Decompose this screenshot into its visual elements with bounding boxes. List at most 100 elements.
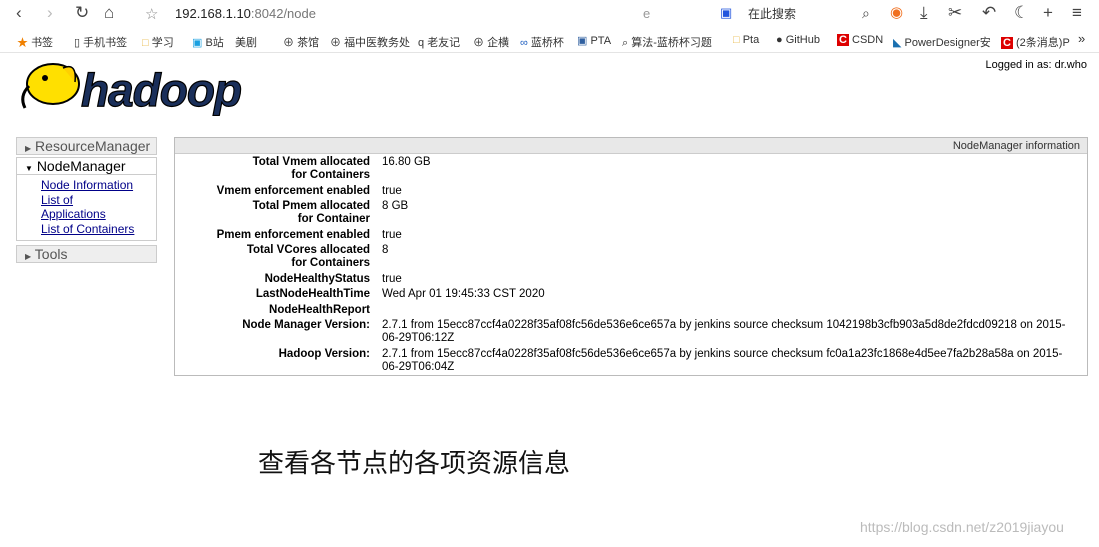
- bookmark[interactable]: ∞ 蓝桥杯: [520, 34, 564, 50]
- svg-text:hadoop: hadoop: [81, 64, 241, 116]
- bookmark-label: 算法-蓝桥杯习题: [631, 37, 712, 49]
- bookmark[interactable]: ⊕ 企横: [473, 34, 509, 50]
- home-icon[interactable]: ⌂: [104, 3, 114, 23]
- info-key-text: Total Vmem allocated for Containers: [252, 156, 370, 181]
- info-row: Total VCores allocated for Containers 8: [175, 243, 1087, 272]
- bookmark-label: 茶馆: [297, 37, 320, 49]
- info-key: Total Vmem allocated for Containers: [175, 155, 382, 184]
- bookmark[interactable]: ⊕ 茶馆: [283, 34, 319, 50]
- bookmark[interactable]: □ Pta: [733, 34, 759, 46]
- info-row: Total Pmem allocated for Container 8 GB: [175, 199, 1087, 228]
- sidebar-section-tools[interactable]: ▶ Tools: [16, 245, 157, 263]
- section-label: ResourceManager: [35, 138, 151, 154]
- menu-icon[interactable]: ≡: [1072, 3, 1082, 23]
- info-row: Vmem enforcement enabled true: [175, 184, 1087, 200]
- info-table: Total Vmem allocated for Containers 16.80…: [175, 155, 1087, 375]
- watermark: https://blog.csdn.net/z2019jiayou: [860, 519, 1064, 535]
- info-row: Total Vmem allocated for Containers 16.80…: [175, 155, 1087, 184]
- bookmark-label: B站: [205, 37, 224, 49]
- bookmark-label: 福中医教务处: [344, 37, 411, 49]
- undo-icon[interactable]: ↶: [982, 3, 996, 23]
- ie-mode-icon[interactable]: e: [643, 6, 650, 21]
- csdn-icon: C: [837, 34, 849, 46]
- forward-icon[interactable]: ›: [47, 3, 53, 23]
- star-icon[interactable]: ☆: [145, 5, 158, 23]
- new-tab-icon[interactable]: +: [1043, 3, 1053, 23]
- bookmark[interactable]: ⌕ 算法-蓝桥杯习题: [622, 34, 712, 50]
- more-bookmarks-icon[interactable]: »: [1078, 31, 1085, 46]
- bookmark[interactable]: q 老友记: [418, 34, 460, 50]
- info-value: 8: [382, 244, 389, 256]
- info-value: true: [382, 228, 402, 241]
- info-row: LastNodeHealthTime Wed Apr 01 19:45:33 CS…: [175, 287, 1087, 303]
- logged-in-status: Logged in as: dr.who: [985, 59, 1087, 71]
- star-icon: ★: [17, 37, 28, 49]
- bookmark[interactable]: ● GitHub: [776, 34, 820, 46]
- link-node-information[interactable]: Node Information: [41, 178, 156, 193]
- bookmark-label: 学习: [151, 37, 174, 49]
- caption: 查看各节点的各项资源信息: [258, 448, 571, 478]
- moon-icon[interactable]: ☾: [1014, 3, 1029, 23]
- info-key-text: Total Pmem allocated for Container: [252, 200, 370, 225]
- bookmark[interactable]: ◣ PowerDesigner安: [893, 34, 991, 50]
- hadoop-logo: hadoop: [21, 63, 243, 116]
- search-icon[interactable]: ⌕: [862, 5, 870, 22]
- info-value: 2.7.1 from 15ecc87ccf4a0228f35af08fc56de…: [382, 319, 1066, 344]
- link-list-of-containers[interactable]: List of Containers: [41, 222, 156, 237]
- reload-icon[interactable]: ↻: [75, 3, 89, 23]
- download-icon[interactable]: ⤓: [920, 3, 928, 23]
- info-key: Hadoop Version:: [278, 347, 370, 360]
- info-row: Pmem enforcement enabled true: [175, 228, 1087, 244]
- info-value: Wed Apr 01 19:45:33 CST 2020: [382, 288, 545, 300]
- url-path: :8042/node: [250, 6, 316, 21]
- bookmark-label: CSDN: [852, 34, 884, 46]
- bookmark[interactable]: ⊕ 福中医教务处: [330, 34, 410, 50]
- info-row: NodeHealthyStatus true: [175, 272, 1087, 288]
- bookmark[interactable]: ▣ B站: [192, 34, 224, 50]
- info-key: Total VCores allocated for Containers: [175, 243, 382, 272]
- info-value: 8 GB: [382, 200, 409, 212]
- panel-title: NodeManager information: [175, 138, 1087, 154]
- info-key: NodeHealthyStatus: [264, 272, 370, 285]
- game-icon[interactable]: ◉: [890, 3, 903, 21]
- bookmark-label: 美剧: [235, 37, 257, 49]
- back-icon[interactable]: ‹: [16, 3, 22, 23]
- triangle-right-icon: ▶: [25, 252, 32, 261]
- bookmark-label: 书签: [31, 37, 54, 49]
- baidu-icon[interactable]: ▣: [720, 5, 732, 21]
- info-key: Total Pmem allocated for Container: [175, 199, 382, 228]
- bookmark[interactable]: ▣ PTA: [577, 34, 611, 47]
- sidebar-section-resourcemanager[interactable]: ▶ ResourceManager: [16, 137, 157, 155]
- info-value: [382, 303, 1087, 319]
- bookmark[interactable]: ▯ 手机书签: [74, 34, 127, 50]
- bilibili-icon: ▣: [192, 37, 203, 49]
- info-value: true: [382, 272, 402, 285]
- info-value: 2.7.1 from 15ecc87ccf4a0228f35af08fc56de…: [382, 347, 1063, 373]
- scissors-icon[interactable]: ✂: [948, 3, 962, 23]
- sidebar: ▶ ResourceManager ▼ NodeManager Node Inf…: [16, 137, 157, 265]
- info-value: 16.80 GB: [382, 156, 431, 168]
- bookmarks-bar: ★ 书签 ▯ 手机书签 □ 学习 ▣ B站 美剧 ⊕ 茶馆 ⊕ 福中医教务处 q…: [0, 28, 1099, 53]
- bookmark-label: (2条消息)P: [1016, 37, 1070, 49]
- address-bar[interactable]: 192.168.1.10:8042/node: [175, 6, 316, 21]
- section-label: Tools: [34, 246, 68, 262]
- info-key: LastNodeHealthTime: [255, 288, 370, 300]
- sidebar-section-nodemanager[interactable]: ▼ NodeManager: [16, 157, 157, 175]
- info-key: NodeHealthReport: [269, 303, 370, 316]
- nodemanager-links: Node Information List of Applications Li…: [16, 175, 157, 241]
- folder-icon: □: [142, 37, 149, 49]
- info-row: Hadoop Version: 2.7.1 from 15ecc87ccf4a02…: [175, 347, 1087, 376]
- triangle-down-icon: ▼: [25, 164, 33, 173]
- bookmark-label: 老友记: [427, 37, 461, 49]
- info-key: Pmem enforcement enabled: [216, 228, 370, 241]
- bookmark[interactable]: C (2条消息)P: [1001, 34, 1071, 50]
- link-list-of-applications[interactable]: List of Applications: [41, 193, 113, 222]
- bookmark-label: 蓝桥杯: [530, 37, 564, 49]
- bookmark-star[interactable]: ★ 书签: [17, 34, 53, 50]
- search-box[interactable]: 在此搜索: [748, 5, 796, 22]
- bookmark-label: 企横: [487, 37, 510, 49]
- bookmark[interactable]: □ 学习: [142, 34, 174, 50]
- bookmark[interactable]: C CSDN: [837, 34, 883, 46]
- bookmark[interactable]: 美剧: [235, 34, 257, 50]
- info-row: Node Manager Version: 2.7.1 from 15ecc87c…: [175, 318, 1087, 347]
